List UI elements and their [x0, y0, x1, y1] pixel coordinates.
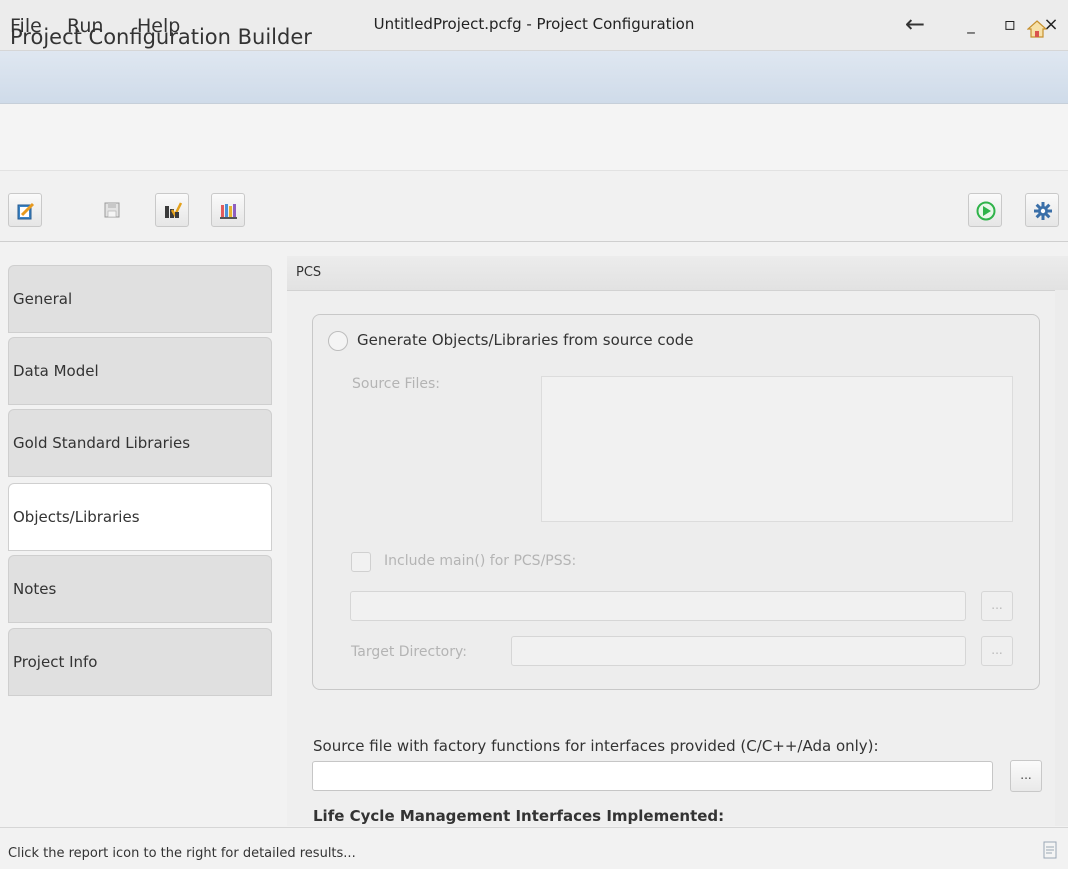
home-icon[interactable]: [1027, 20, 1047, 38]
factory-file-label: Source file with factory functions for i…: [313, 737, 879, 755]
tab-label: Objects/Libraries: [13, 508, 140, 526]
factory-file-browse-button[interactable]: ...: [1010, 760, 1042, 792]
pcs-section-header: [287, 256, 1068, 291]
minimize-button[interactable]: _: [958, 12, 984, 38]
scrollbar[interactable]: [1055, 290, 1068, 826]
tab-notes[interactable]: Notes: [8, 555, 272, 623]
menu-bar: [0, 51, 1068, 104]
include-main-browse-button[interactable]: ...: [981, 591, 1013, 621]
tab-label: General: [13, 290, 73, 308]
tab-general[interactable]: General: [8, 265, 272, 333]
include-main-checkbox[interactable]: [351, 552, 371, 572]
edit-button[interactable]: [8, 193, 42, 227]
include-main-field[interactable]: [350, 591, 966, 621]
page-title: Project Configuration Builder: [10, 25, 312, 49]
pcs-section-title: PCS: [296, 265, 322, 280]
settings-button[interactable]: [1025, 193, 1059, 227]
target-directory-label: Target Directory:: [351, 644, 467, 660]
tab-label: Notes: [13, 580, 57, 598]
lifecycle-heading: Life Cycle Management Interfaces Impleme…: [313, 807, 725, 825]
generate-label: Generate Objects/Libraries from source c…: [357, 331, 694, 349]
tab-label: Project Info: [13, 653, 98, 671]
settings-icon: [1034, 202, 1052, 220]
report-icon[interactable]: [1042, 840, 1058, 860]
validate-icon: [165, 202, 183, 218]
source-files-list[interactable]: [541, 376, 1013, 522]
run-button[interactable]: [968, 193, 1002, 227]
factory-file-field[interactable]: [312, 761, 993, 791]
tab-label: Data Model: [13, 362, 99, 380]
validate-button[interactable]: [155, 193, 189, 227]
save-icon: [104, 202, 120, 218]
tab-data-model[interactable]: Data Model: [8, 337, 272, 405]
target-directory-field[interactable]: [511, 636, 966, 666]
include-main-label: Include main() for PCS/PSS:: [384, 553, 577, 569]
run-icon: [976, 201, 996, 221]
library-button[interactable]: [211, 193, 245, 227]
library-icon: [220, 204, 237, 219]
status-text: Click the report icon to the right for d…: [8, 846, 356, 861]
source-files-label: Source Files:: [352, 376, 440, 392]
maximize-button[interactable]: ▫: [997, 12, 1023, 38]
edit-icon: [17, 202, 35, 220]
tab-project-info[interactable]: Project Info: [8, 628, 272, 696]
page-header: [0, 104, 1068, 171]
generate-radio[interactable]: [328, 331, 348, 351]
target-directory-browse-button[interactable]: ...: [981, 636, 1013, 666]
tab-label: Gold Standard Libraries: [13, 434, 191, 452]
save-button[interactable]: [95, 193, 129, 227]
tab-gold-standard-libraries[interactable]: Gold Standard Libraries: [8, 409, 272, 477]
back-arrow-icon[interactable]: ←: [905, 10, 925, 38]
tab-objects-libraries[interactable]: Objects/Libraries: [8, 483, 272, 551]
